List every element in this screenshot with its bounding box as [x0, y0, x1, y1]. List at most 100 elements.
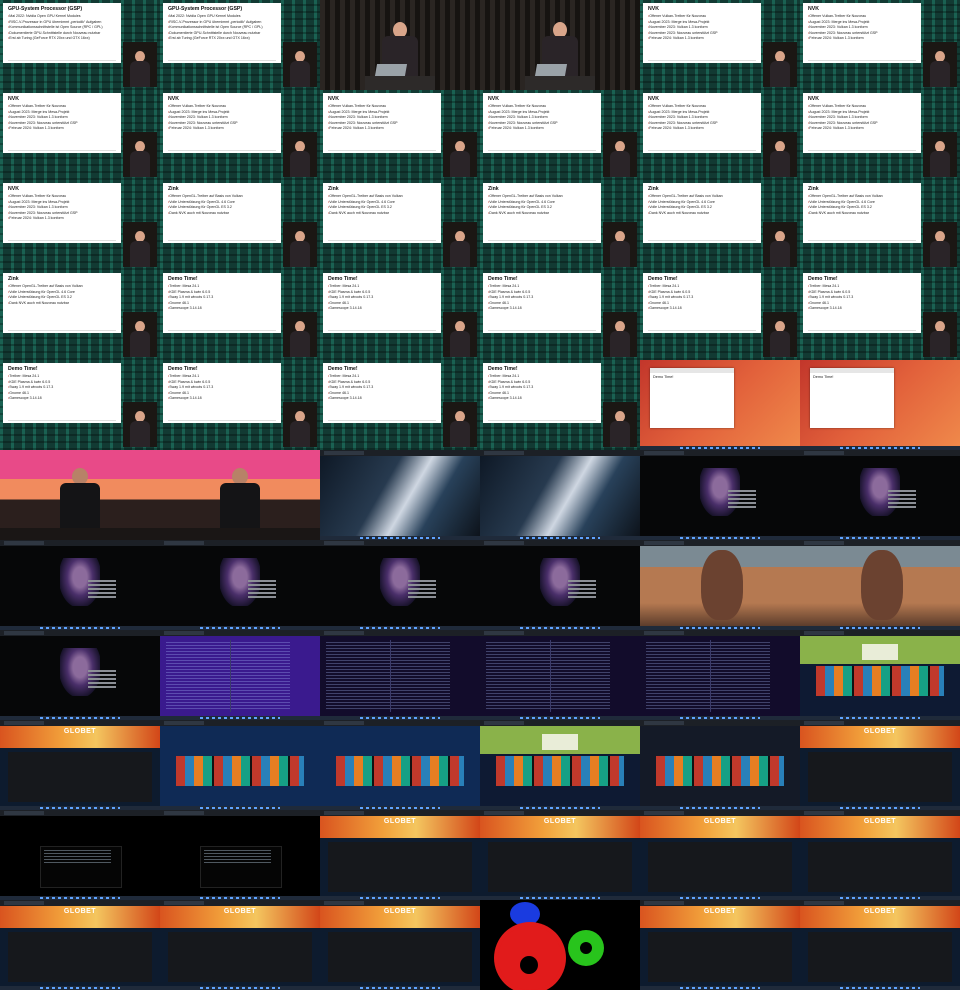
- video-thumbnail[interactable]: GPU-System Processor (GSP) Mai 2022: Nvid…: [160, 0, 320, 90]
- video-thumbnail[interactable]: Zink Offener OpenGL-Treiber auf Basis von…: [800, 180, 960, 270]
- game-menu-item[interactable]: [888, 506, 916, 508]
- video-thumbnail[interactable]: GLOBET: [800, 720, 960, 810]
- browser-tab[interactable]: [804, 901, 844, 905]
- game-menu-item[interactable]: [88, 678, 116, 680]
- browser-tab[interactable]: [804, 541, 844, 545]
- video-thumbnail[interactable]: [160, 450, 320, 540]
- game-menu-item[interactable]: [88, 682, 116, 684]
- video-thumbnail[interactable]: [800, 540, 960, 630]
- game-menu-item[interactable]: [248, 584, 276, 586]
- video-thumbnail[interactable]: Demo Time! Treiber: Mesa 24.1KDE Plasma &…: [640, 270, 800, 360]
- video-thumbnail[interactable]: [800, 450, 960, 540]
- browser-tab[interactable]: [324, 811, 364, 815]
- video-thumbnail[interactable]: NVK Offener Vulkan-Treiber für NouveauAug…: [480, 90, 640, 180]
- game-menu-item[interactable]: [88, 670, 116, 672]
- video-thumbnail[interactable]: [320, 720, 480, 810]
- video-thumbnail[interactable]: Demo Time! Treiber: Mesa 24.1KDE Plasma &…: [480, 270, 640, 360]
- game-menu-item[interactable]: [728, 494, 756, 496]
- game-menu-item[interactable]: [88, 588, 116, 590]
- video-thumbnail[interactable]: Zink Offener OpenGL-Treiber auf Basis von…: [0, 270, 160, 360]
- game-menu-item[interactable]: [888, 490, 916, 492]
- browser-tab[interactable]: [324, 451, 364, 455]
- video-thumbnail[interactable]: NVK Offener Vulkan-Treiber für NouveauAug…: [640, 0, 800, 90]
- video-thumbnail[interactable]: NVK Offener Vulkan-Treiber für NouveauAug…: [640, 90, 800, 180]
- video-thumbnail[interactable]: [320, 630, 480, 720]
- video-thumbnail[interactable]: [0, 630, 160, 720]
- video-thumbnail[interactable]: Zink Offener OpenGL-Treiber auf Basis von…: [640, 180, 800, 270]
- video-thumbnail[interactable]: Demo Time! Treiber: Mesa 24.1KDE Plasma &…: [480, 360, 640, 450]
- video-thumbnail[interactable]: [640, 720, 800, 810]
- game-menu-item[interactable]: [248, 596, 276, 598]
- video-thumbnail[interactable]: NVK Offener Vulkan-Treiber für NouveauAug…: [160, 90, 320, 180]
- browser-tab[interactable]: [164, 901, 204, 905]
- game-menu-item[interactable]: [408, 596, 436, 598]
- video-thumbnail[interactable]: GLOBET: [480, 810, 640, 900]
- video-thumbnail[interactable]: NVK Offener Vulkan-Treiber für NouveauAug…: [0, 90, 160, 180]
- browser-tab[interactable]: [804, 451, 844, 455]
- game-menu-item[interactable]: [248, 592, 276, 594]
- game-menu-item[interactable]: [728, 506, 756, 508]
- video-thumbnail[interactable]: [640, 540, 800, 630]
- video-thumbnail[interactable]: GLOBET: [320, 900, 480, 990]
- video-thumbnail[interactable]: Demo Time! Treiber: Mesa 24.1KDE Plasma &…: [800, 270, 960, 360]
- video-thumbnail[interactable]: Demo Time! Treiber: Mesa 24.1KDE Plasma &…: [0, 360, 160, 450]
- browser-tab[interactable]: [644, 721, 684, 725]
- video-thumbnail[interactable]: [0, 540, 160, 630]
- game-menu-item[interactable]: [248, 588, 276, 590]
- video-thumbnail[interactable]: NVK Offener Vulkan-Treiber für NouveauAug…: [0, 180, 160, 270]
- video-thumbnail[interactable]: [0, 450, 160, 540]
- game-menu-item[interactable]: [88, 584, 116, 586]
- browser-tab[interactable]: [644, 901, 684, 905]
- video-thumbnail[interactable]: Demo Time! Treiber: Mesa 24.1KDE Plasma &…: [320, 270, 480, 360]
- video-thumbnail[interactable]: GLOBET: [0, 900, 160, 990]
- game-menu-item[interactable]: [88, 580, 116, 582]
- browser-tab[interactable]: [324, 721, 364, 725]
- video-thumbnail[interactable]: [480, 540, 640, 630]
- browser-tab[interactable]: [644, 451, 684, 455]
- video-thumbnail[interactable]: Demo Time! Treiber: Mesa 24.1KDE Plasma &…: [160, 360, 320, 450]
- video-thumbnail[interactable]: NVK Offener Vulkan-Treiber für NouveauAug…: [800, 0, 960, 90]
- game-menu-item[interactable]: [88, 674, 116, 676]
- browser-tab[interactable]: [324, 631, 364, 635]
- video-thumbnail[interactable]: [480, 0, 640, 90]
- video-thumbnail[interactable]: GPU-System Processor (GSP) Mai 2022: Nvid…: [0, 0, 160, 90]
- video-thumbnail[interactable]: NVK Offener Vulkan-Treiber für NouveauAug…: [320, 90, 480, 180]
- browser-tab[interactable]: [4, 631, 44, 635]
- game-menu-item[interactable]: [408, 592, 436, 594]
- game-menu-item[interactable]: [888, 498, 916, 500]
- video-thumbnail[interactable]: [480, 450, 640, 540]
- video-thumbnail[interactable]: [160, 810, 320, 900]
- video-thumbnail[interactable]: [480, 720, 640, 810]
- game-menu-item[interactable]: [248, 580, 276, 582]
- game-menu-item[interactable]: [568, 592, 596, 594]
- video-thumbnail[interactable]: Demo Time! Treiber: Mesa 24.1KDE Plasma &…: [160, 270, 320, 360]
- video-thumbnail[interactable]: Demo Time! Treiber: Mesa 24.1KDE Plasma &…: [320, 360, 480, 450]
- video-thumbnail[interactable]: Demo Time!: [800, 360, 960, 450]
- browser-tab[interactable]: [4, 901, 44, 905]
- video-thumbnail[interactable]: Demo Time!: [640, 360, 800, 450]
- video-thumbnail[interactable]: Zink Offener OpenGL-Treiber auf Basis von…: [160, 180, 320, 270]
- video-thumbnail[interactable]: Zink Offener OpenGL-Treiber auf Basis von…: [320, 180, 480, 270]
- game-menu-item[interactable]: [408, 580, 436, 582]
- video-thumbnail[interactable]: [160, 630, 320, 720]
- game-menu-item[interactable]: [728, 490, 756, 492]
- game-menu-item[interactable]: [408, 584, 436, 586]
- video-thumbnail[interactable]: [640, 630, 800, 720]
- browser-tab[interactable]: [4, 721, 44, 725]
- video-thumbnail[interactable]: GLOBET: [800, 900, 960, 990]
- video-thumbnail[interactable]: [160, 540, 320, 630]
- game-menu-item[interactable]: [88, 596, 116, 598]
- video-thumbnail[interactable]: [320, 450, 480, 540]
- game-menu-item[interactable]: [568, 584, 596, 586]
- game-menu-item[interactable]: [88, 592, 116, 594]
- game-menu-item[interactable]: [728, 502, 756, 504]
- browser-tab[interactable]: [484, 631, 524, 635]
- browser-tab[interactable]: [164, 811, 204, 815]
- video-thumbnail[interactable]: [320, 540, 480, 630]
- video-thumbnail[interactable]: GLOBET: [640, 810, 800, 900]
- video-thumbnail[interactable]: [800, 630, 960, 720]
- game-menu-item[interactable]: [728, 498, 756, 500]
- video-thumbnail[interactable]: Zink Offener OpenGL-Treiber auf Basis von…: [480, 180, 640, 270]
- browser-tab[interactable]: [644, 811, 684, 815]
- video-thumbnail[interactable]: GLOBET: [640, 900, 800, 990]
